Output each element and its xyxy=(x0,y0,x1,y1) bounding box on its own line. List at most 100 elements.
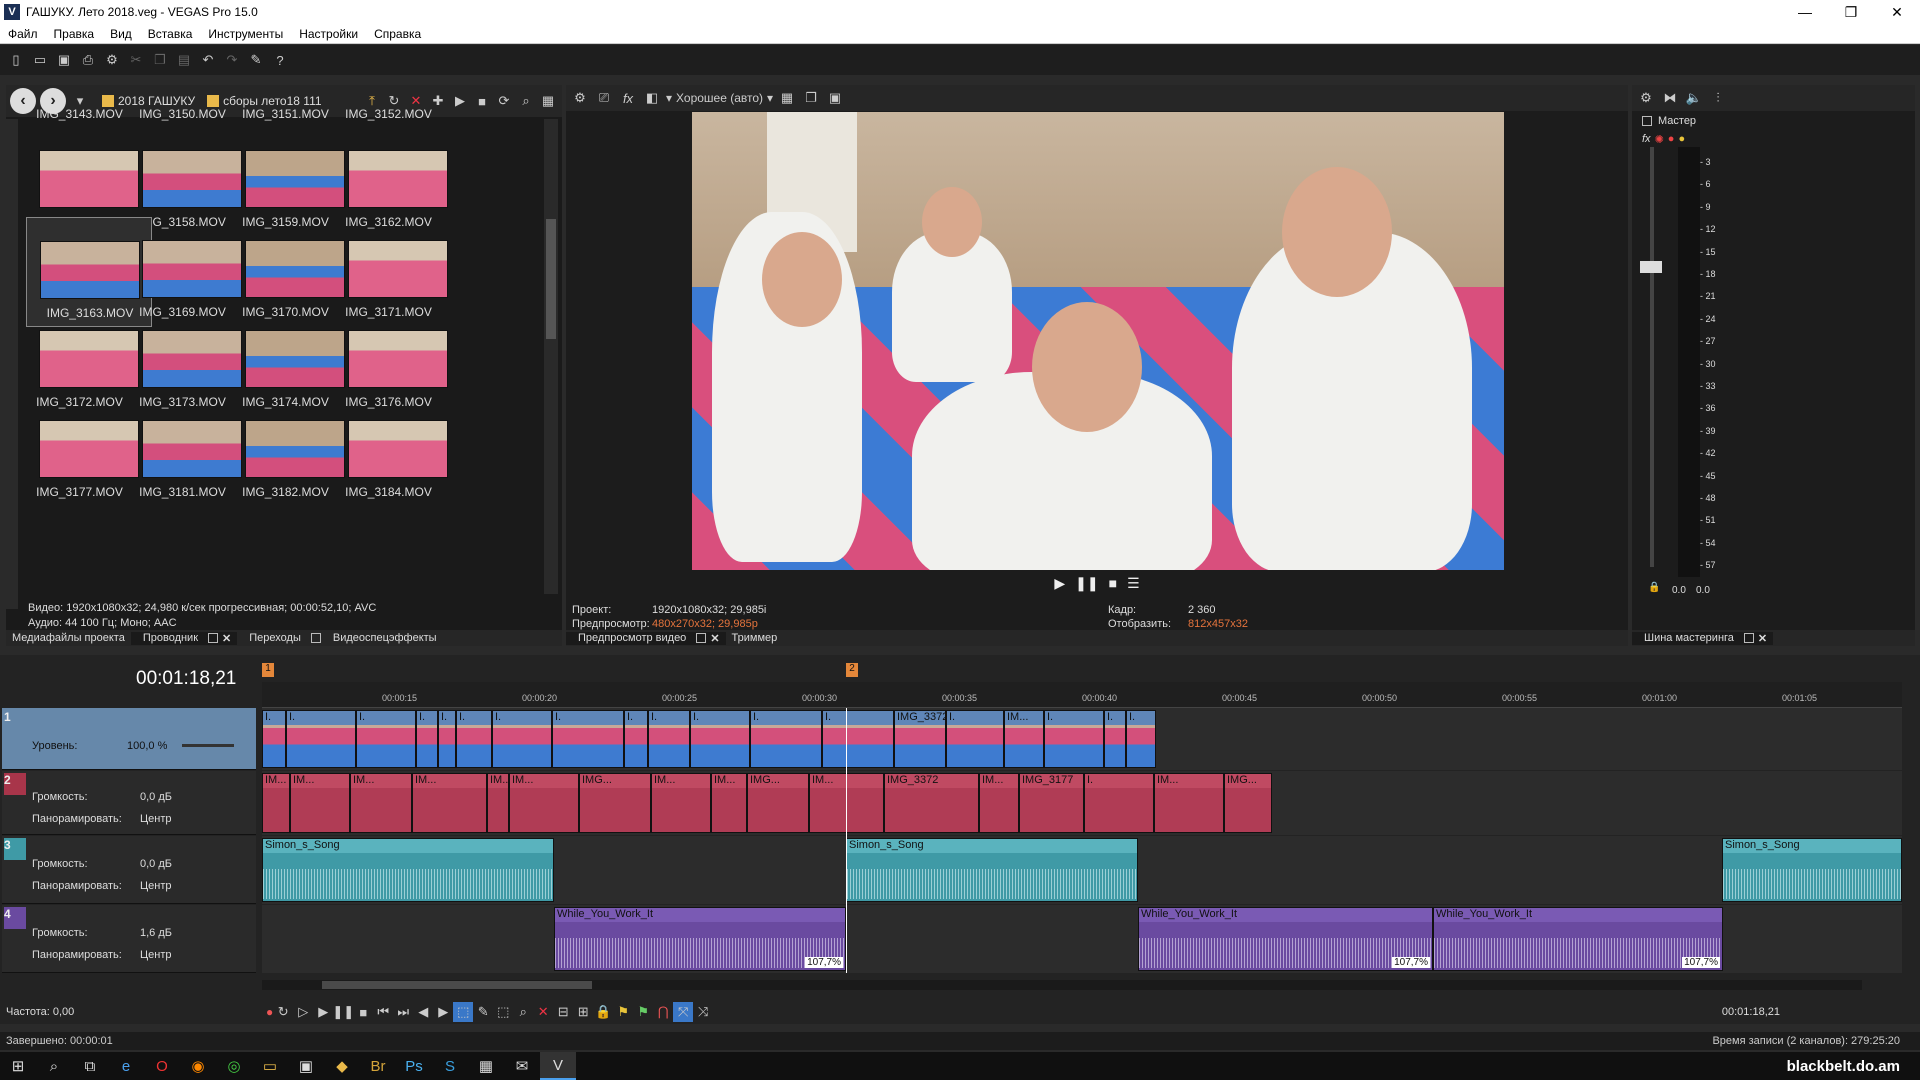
media-file-tile[interactable]: IMG_3152.MOV xyxy=(337,107,440,127)
master-fader[interactable] xyxy=(1640,261,1662,273)
audio-clip[interactable]: IM... xyxy=(412,773,487,833)
auto-ripple-icon[interactable]: ⤧ xyxy=(673,1002,694,1022)
fx-icon[interactable]: fx xyxy=(1642,133,1651,146)
audio-clip[interactable]: IM... xyxy=(509,773,579,833)
audio-clip[interactable]: IMG_3177 xyxy=(1019,773,1084,833)
tab-video-fx[interactable]: Видеоспецэффекты xyxy=(327,632,443,644)
prev-frame-icon[interactable]: ◀ xyxy=(413,1002,433,1022)
copy-icon[interactable]: ❐ xyxy=(150,50,170,70)
record-icon[interactable]: ● xyxy=(266,1005,273,1019)
menu-file[interactable]: Файл xyxy=(0,27,46,41)
audio-track-3-lane[interactable]: Simon_s_Song Simon_s_Song Simon_s_Song xyxy=(262,836,1902,904)
video-clip[interactable]: I. xyxy=(624,710,648,768)
video-clip[interactable]: I. xyxy=(438,710,456,768)
calculator-icon[interactable]: ▦ xyxy=(468,1052,504,1080)
media-file-tile[interactable]: IMG_3143.MOV xyxy=(28,107,131,127)
video-clip[interactable]: I. xyxy=(648,710,690,768)
chrome-icon[interactable]: ◎ xyxy=(216,1052,252,1080)
solo-icon[interactable]: ● xyxy=(1678,133,1685,146)
skype-icon[interactable]: S xyxy=(432,1052,468,1080)
tab-transitions[interactable]: Переходы xyxy=(237,632,327,644)
audio-clip[interactable]: IM... xyxy=(262,773,290,833)
mute-icon[interactable]: ● xyxy=(1668,133,1675,146)
preview-settings-gear-icon[interactable]: ⚙ xyxy=(570,88,590,108)
video-track-lane[interactable]: I. I. I. I. I. I. I. I. I. I. I. I. I. IMG_3372 I. IM..… xyxy=(262,708,1902,770)
undo-icon[interactable]: ↶ xyxy=(198,50,218,70)
next-frame-icon[interactable]: ▶ xyxy=(433,1002,453,1022)
marker-2[interactable]: 2 xyxy=(846,663,858,677)
undock-icon[interactable] xyxy=(696,633,707,643)
video-clip[interactable]: I. xyxy=(1044,710,1104,768)
open-folder-icon[interactable]: ▭ xyxy=(30,50,50,70)
task-view-icon[interactable]: ⧉ xyxy=(72,1052,108,1080)
go-start-icon[interactable]: ⏮ xyxy=(373,1002,393,1022)
bus-fx-icon[interactable]: ✺ xyxy=(1655,133,1664,146)
menu-tools[interactable]: Инструменты xyxy=(200,27,291,41)
autoplay-icon[interactable]: ⟳ xyxy=(494,91,514,111)
file-explorer-icon[interactable]: ▭ xyxy=(252,1052,288,1080)
vegas-taskbar-icon[interactable]: V xyxy=(540,1052,576,1080)
firefox-icon[interactable]: ◉ xyxy=(180,1052,216,1080)
media-file-tile[interactable]: IMG_3181.MOV xyxy=(131,397,242,507)
pause-icon[interactable]: ❚❚ xyxy=(332,1002,354,1022)
stop-icon[interactable]: ■ xyxy=(472,91,492,111)
downmix-icon[interactable]: ⧓ xyxy=(1660,88,1680,108)
edge-icon[interactable]: e xyxy=(108,1052,144,1080)
view-options-icon[interactable]: ▦ xyxy=(538,91,558,111)
audio-clip[interactable]: IM... xyxy=(979,773,1019,833)
audio-clip[interactable]: IM... xyxy=(711,773,747,833)
audio-track-2-lane[interactable]: IM...IM...IM...IM...IM...IM...IMG...IM..… xyxy=(262,771,1902,835)
undock-icon[interactable] xyxy=(208,633,219,643)
bridge-icon[interactable]: Br xyxy=(360,1052,396,1080)
search-icon[interactable]: ⌕ xyxy=(36,1052,72,1080)
delete-icon[interactable]: ✕ xyxy=(533,1002,553,1022)
video-clip[interactable]: IM... xyxy=(1004,710,1044,768)
media-file-tile[interactable]: IMG_3177.MOV xyxy=(28,397,139,507)
menu-insert[interactable]: Вставка xyxy=(140,27,201,41)
audio-clip[interactable]: IM... xyxy=(651,773,711,833)
stop-icon[interactable]: ■ xyxy=(353,1002,373,1022)
track-header-video[interactable]: 1 Уровень: 100,0 % xyxy=(2,708,256,770)
region-icon[interactable]: ⚑ xyxy=(633,1002,653,1022)
explorer-right-scrollbar[interactable] xyxy=(544,119,558,594)
selection-tool-icon[interactable]: ⬚ xyxy=(493,1002,513,1022)
video-clip[interactable]: I. xyxy=(552,710,624,768)
audio-clip[interactable]: IM... xyxy=(350,773,412,833)
song-clip[interactable]: Simon_s_Song xyxy=(1722,838,1902,902)
mixer-icon[interactable]: ⫶ xyxy=(1708,88,1728,108)
explorer-left-scrollbar[interactable] xyxy=(6,119,18,609)
crossfade-icon[interactable]: ⤨ xyxy=(693,1002,713,1022)
undock-icon[interactable] xyxy=(310,633,321,643)
undock-icon[interactable] xyxy=(1743,633,1754,643)
track-header-audio-2[interactable]: 2 Громкость: 0,0 дБ Панорамировать: Цент… xyxy=(2,771,256,835)
video-clip[interactable]: I. xyxy=(822,710,894,768)
level-slider[interactable] xyxy=(182,744,234,747)
app-icon[interactable]: ◆ xyxy=(324,1052,360,1080)
play-icon[interactable]: ▶ xyxy=(450,91,470,111)
overlay-grid-icon[interactable]: ▦ xyxy=(777,88,797,108)
video-clip[interactable]: I. xyxy=(416,710,438,768)
track-header-audio-4[interactable]: 4 Громкость: 1,6 дБ Панорамировать: Цент… xyxy=(2,905,256,973)
playhead-cursor[interactable] xyxy=(846,708,847,973)
audio-clip[interactable]: IM... xyxy=(1154,773,1224,833)
close-tab-icon[interactable]: ✕ xyxy=(710,632,719,645)
search-icon[interactable]: ⌕ xyxy=(516,91,536,111)
video-clip[interactable]: I. xyxy=(262,710,286,768)
audio-clip[interactable]: IM... xyxy=(290,773,350,833)
play-icon[interactable]: ▶ xyxy=(1054,575,1065,599)
menu-icon[interactable]: ☰ xyxy=(1127,575,1140,599)
video-clip[interactable]: I. xyxy=(750,710,822,768)
audio-clip[interactable]: I. xyxy=(1084,773,1154,833)
timeline-hscroll[interactable] xyxy=(262,980,1862,990)
save-snapshot-icon[interactable]: ▣ xyxy=(825,88,845,108)
maximize-button[interactable]: ❐ xyxy=(1828,0,1874,24)
tab-explorer[interactable]: Проводник ✕ xyxy=(130,631,238,645)
menu-help[interactable]: Справка xyxy=(366,27,429,41)
tab-master-bus[interactable]: Шина мастеринга ✕ xyxy=(1632,631,1774,645)
trim-icon[interactable]: ⊟ xyxy=(553,1002,573,1022)
edit-tool-icon[interactable]: ⬚ xyxy=(453,1002,474,1022)
zoom-tool-icon[interactable]: ⌕ xyxy=(513,1002,533,1022)
windows-start-icon[interactable]: ⊞ xyxy=(0,1052,36,1080)
stop-icon[interactable]: ■ xyxy=(1109,575,1117,599)
quality-dropdown[interactable]: ▾ Хорошее (авто) ▾ xyxy=(666,91,773,105)
